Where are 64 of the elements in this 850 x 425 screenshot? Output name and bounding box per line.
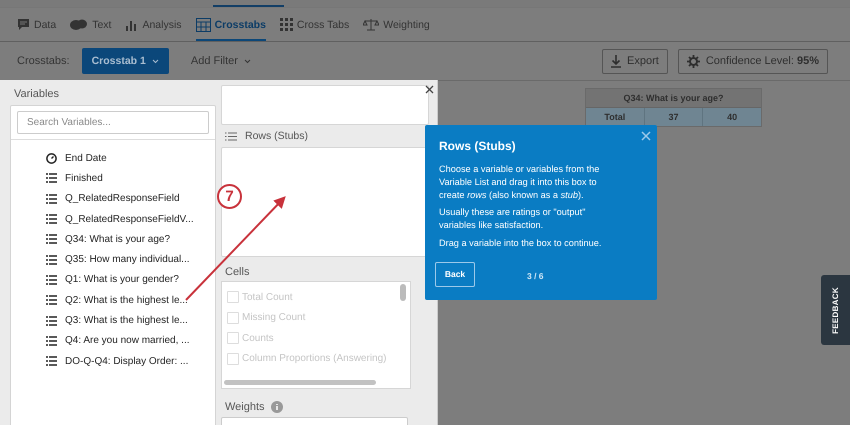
- section-title: Rows (Stubs): [245, 130, 308, 142]
- list-icon: [46, 295, 57, 306]
- close-icon[interactable]: [425, 85, 434, 94]
- list-icon: [46, 214, 57, 224]
- confidence-level-button[interactable]: Confidence Level: 95%: [678, 48, 828, 74]
- gear-icon: [686, 54, 700, 68]
- list-icon: [46, 254, 57, 265]
- download-icon: [611, 54, 622, 68]
- search-field[interactable]: Search Variables...: [17, 111, 209, 134]
- list-icon: [46, 336, 57, 346]
- step-counter: 3 / 6: [527, 270, 544, 281]
- list-icon: [46, 316, 57, 326]
- section-title: Cells: [225, 266, 250, 278]
- active-page-indicator: [213, 5, 284, 7]
- section-title: Variables: [14, 88, 60, 100]
- section-title: Weights: [225, 401, 265, 413]
- nav-tab[interactable]: Text: [70, 8, 112, 41]
- nav-tab[interactable]: Analysis: [125, 8, 182, 41]
- scrollbar[interactable]: [224, 380, 376, 385]
- variable-item[interactable]: Q34: What is your age?: [11, 229, 215, 250]
- variable-item[interactable]: End Date: [11, 148, 215, 168]
- variable-item[interactable]: Q1: What is your gender?: [11, 270, 215, 290]
- nav-tab[interactable]: Cross Tabs: [280, 8, 350, 41]
- table-icon: [196, 18, 211, 32]
- list-icon: [46, 234, 57, 244]
- grid-icon: [280, 18, 293, 31]
- toolbar-label: Crosstabs:: [17, 55, 70, 67]
- popover-text: Drag a variable into the box to continue.: [439, 236, 602, 250]
- list-icon: [46, 173, 57, 184]
- popover-text: Usually these are ratings or "output" variables like satisfaction.: [439, 206, 586, 232]
- variable-item[interactable]: DO-Q-Q4: Display Order: ...: [11, 350, 215, 372]
- scale-icon: [363, 18, 380, 31]
- bar-chart-icon: [125, 18, 138, 31]
- chat-bubbles-icon: [70, 18, 88, 30]
- export-button[interactable]: Export: [602, 48, 668, 74]
- list-icon: [46, 356, 57, 366]
- add-filter-dropdown[interactable]: Add Filter: [190, 55, 251, 67]
- popover-title: Rows (Stubs): [439, 139, 517, 153]
- crosstab-dropdown[interactable]: Crosstab 1: [82, 48, 169, 74]
- list-icon: [46, 194, 57, 204]
- info-icon: [270, 401, 283, 413]
- variable-item[interactable]: Finished: [11, 168, 215, 189]
- nav-tab[interactable]: Crosstabs: [196, 8, 266, 41]
- table-header-cell: Q34: What is your age?: [586, 89, 761, 108]
- variable-item[interactable]: Q_RelatedResponseFieldV...: [11, 208, 215, 230]
- table-cell: 40: [702, 108, 762, 126]
- variable-item[interactable]: Q35: How many individual...: [11, 249, 215, 270]
- speech-icon: [17, 18, 30, 31]
- variable-item[interactable]: Q2: What is the highest le...: [11, 290, 215, 310]
- list-icon: [225, 132, 237, 140]
- feedback-tab[interactable]: FEEDBACK: [821, 275, 850, 345]
- table-cell-text: Total: [603, 111, 626, 124]
- nav-tab[interactable]: Weighting: [363, 8, 430, 41]
- nav-tab[interactable]: Data: [17, 8, 56, 41]
- chevron-icon: [244, 58, 251, 64]
- scrollbar[interactable]: [400, 284, 406, 301]
- clock-icon: [46, 152, 57, 164]
- variable-item[interactable]: Q3: What is the highest le...: [11, 310, 215, 331]
- variable-item[interactable]: Q4: Are you now married, ...: [11, 330, 215, 351]
- popover-text: Choose a variable or variables from the Variable List and drag it into this box to create rows (also known as a stub).: [439, 163, 600, 202]
- chevron-icon: [152, 58, 159, 64]
- variable-item[interactable]: Q_RelatedResponseField: [11, 188, 215, 209]
- back-button[interactable]: Back: [435, 262, 475, 287]
- list-icon: [46, 274, 57, 285]
